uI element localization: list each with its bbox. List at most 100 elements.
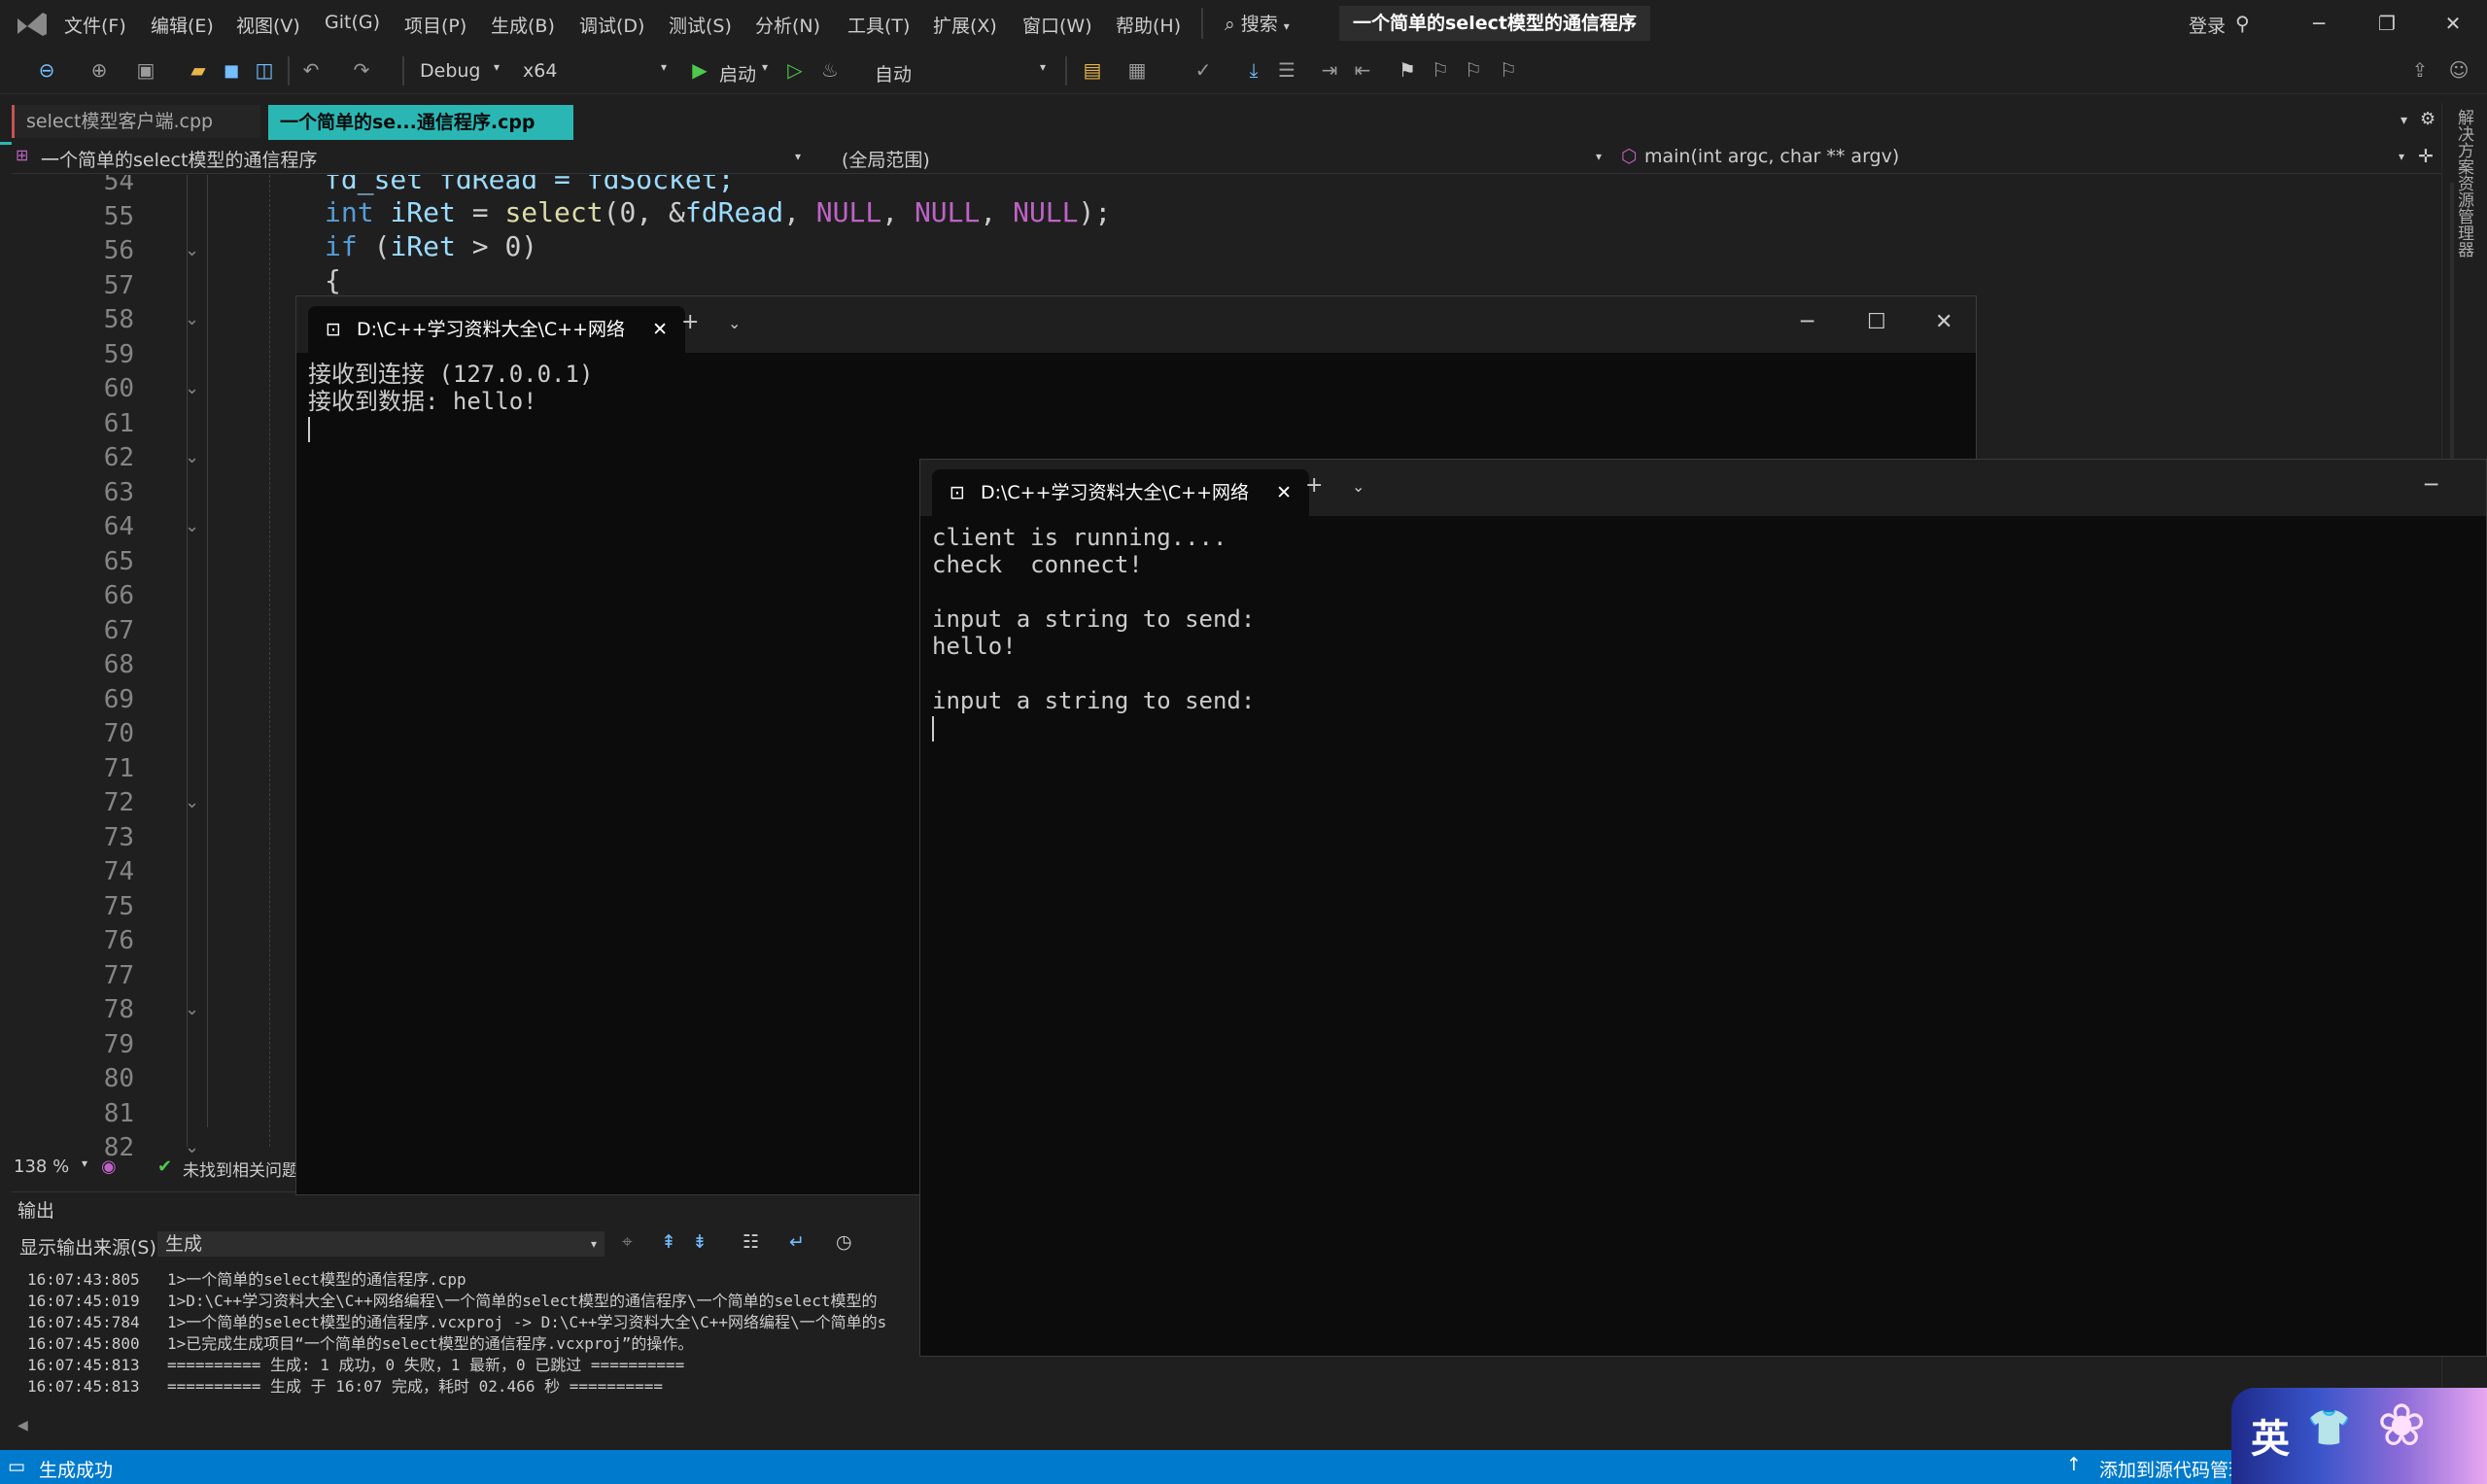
chevron-down-icon[interactable]: ▾ xyxy=(762,60,768,74)
minimize-icon[interactable]: ─ xyxy=(2299,8,2338,39)
chevron-down-icon[interactable]: ▾ xyxy=(1040,60,1046,74)
minimize-icon[interactable]: ─ xyxy=(2425,473,2437,498)
bookmark-next-icon[interactable]: ⚐ xyxy=(1460,56,1487,84)
solution-explorer-icon[interactable]: ▤ xyxy=(1079,56,1106,84)
indent-icon[interactable]: ⇥ xyxy=(1316,56,1343,84)
share-icon[interactable]: ⇪ xyxy=(2406,56,2434,84)
chevron-down-icon[interactable]: ▾ xyxy=(1596,150,1602,163)
copilot-icon[interactable]: ◉ xyxy=(101,1156,117,1177)
minimize-icon[interactable]: ─ xyxy=(1801,310,1813,334)
find-icon[interactable]: ⌖ xyxy=(622,1231,633,1253)
feedback-icon[interactable]: ☺ xyxy=(2445,56,2472,84)
issues-status[interactable]: 未找到相关问题 xyxy=(183,1156,298,1181)
play-icon[interactable]: ▶ xyxy=(686,56,713,84)
mode-dropdown[interactable]: 自动 xyxy=(875,60,912,86)
redo-icon[interactable]: ↷ xyxy=(348,56,375,84)
tab-server-cpp[interactable]: 一个简单的se...通信程序.cpp xyxy=(268,105,573,140)
server-terminal-tab[interactable]: ⊡ D:\C++学习资料大全\C++网络 ✕ xyxy=(308,306,685,353)
platform-dropdown[interactable]: x64 xyxy=(523,60,557,82)
menu-window[interactable]: 窗口(W) xyxy=(1022,12,1092,38)
close-icon[interactable]: ✕ xyxy=(1276,482,1292,503)
back-icon[interactable]: ⊖ xyxy=(33,56,60,84)
add-to-source-control[interactable]: 添加到源代码管理 xyxy=(2099,1456,2247,1482)
line-number: 63 xyxy=(103,477,134,507)
chevron-down-icon[interactable]: ▾ xyxy=(795,150,801,163)
project-dropdown[interactable]: 一个简单的select模型的通信程序 xyxy=(41,146,317,172)
account-icon[interactable]: ⚲ xyxy=(2235,12,2250,35)
next-message-icon[interactable]: ⇟ xyxy=(692,1231,708,1253)
menu-build[interactable]: 生成(B) xyxy=(491,12,555,38)
save-all-icon[interactable]: ◫ xyxy=(251,56,278,84)
zoom-level[interactable]: 138 % xyxy=(14,1156,69,1177)
start-button[interactable]: 启动 xyxy=(719,60,756,86)
menu-debug[interactable]: 调试(D) xyxy=(579,12,644,38)
plus-icon[interactable]: + xyxy=(1305,473,1323,498)
open-folder-icon[interactable]: ▰ xyxy=(185,56,212,84)
scroll-left-icon[interactable]: ◀ xyxy=(17,1418,28,1433)
close-icon[interactable]: ✕ xyxy=(2434,8,2472,39)
maximize-icon[interactable]: ☐ xyxy=(1867,310,1886,334)
server-terminal-output[interactable]: 接收到连接 (127.0.0.1) 接收到数据: hello! xyxy=(308,361,593,442)
new-project-icon[interactable]: ▣ xyxy=(132,56,159,84)
prev-message-icon[interactable]: ⇞ xyxy=(661,1231,676,1253)
solution-explorer-tab[interactable]: 解决方案资源管理器 xyxy=(2452,109,2476,258)
tab-client-cpp[interactable]: select模型客户端.cpp xyxy=(12,105,260,138)
menu-file[interactable]: 文件(F) xyxy=(64,12,126,38)
chevron-down-icon[interactable]: ⌄ xyxy=(728,314,741,332)
member-dropdown[interactable]: main(int argc, char ** argv) xyxy=(1644,146,1899,167)
chevron-down-icon[interactable]: ▾ xyxy=(82,1156,87,1170)
save-icon[interactable]: ◼ xyxy=(218,56,245,84)
bookmark-icon[interactable]: ⚑ xyxy=(1394,56,1421,84)
line-number: 67 xyxy=(103,615,134,645)
menu-project[interactable]: 项目(P) xyxy=(404,12,466,38)
menu-tools[interactable]: 工具(T) xyxy=(847,12,910,38)
spell-check-icon[interactable]: ✓ xyxy=(1190,56,1217,84)
bookmark-prev-icon[interactable]: ⚐ xyxy=(1427,56,1454,84)
menu-test[interactable]: 测试(S) xyxy=(669,12,732,38)
chevron-down-icon[interactable]: ▾ xyxy=(2401,113,2407,128)
close-icon[interactable]: ✕ xyxy=(1935,310,1952,334)
clear-all-icon[interactable]: ☷ xyxy=(743,1231,759,1253)
word-wrap-icon[interactable]: ↵ xyxy=(789,1231,805,1253)
chevron-down-icon[interactable]: ▾ xyxy=(2399,150,2404,163)
search-button[interactable]: ⌕ 搜索 ▾ xyxy=(1225,10,1290,36)
menu-analyze[interactable]: 分析(N) xyxy=(755,12,820,38)
bookmark-clear-icon[interactable]: ⚐ xyxy=(1495,56,1522,84)
plus-icon[interactable]: + xyxy=(681,310,699,334)
ime-widget[interactable]: 英 👕 ❀ xyxy=(2231,1388,2487,1484)
close-icon[interactable]: ✕ xyxy=(652,319,668,340)
chevron-down-icon[interactable]: ▾ xyxy=(494,60,500,74)
output-source-select[interactable]: 生成 ▾ xyxy=(157,1231,604,1257)
play-outline-icon[interactable]: ▷ xyxy=(781,56,809,84)
clock-icon[interactable]: ◷ xyxy=(836,1231,852,1253)
menu-extensions[interactable]: 扩展(X) xyxy=(933,12,997,38)
line-number: 62 xyxy=(103,443,134,472)
output-log[interactable]: 16:07:43:805 1>一个简单的select模型的通信程序.cpp 16:0… xyxy=(27,1266,886,1396)
restore-icon[interactable]: ❐ xyxy=(2367,8,2406,39)
menu-git[interactable]: Git(G) xyxy=(325,12,380,33)
undo-icon[interactable]: ↶ xyxy=(297,56,325,84)
line-number: 66 xyxy=(103,581,134,610)
menu-help[interactable]: 帮助(H) xyxy=(1116,12,1181,38)
chevron-down-icon[interactable]: ⌄ xyxy=(1352,477,1364,496)
client-terminal-window[interactable]: ⊡ D:\C++学习资料大全\C++网络 ✕ + ⌄ ─ client is r… xyxy=(919,459,2487,1357)
menu-edit[interactable]: 编辑(E) xyxy=(151,12,214,38)
client-terminal-output[interactable]: client is running....check connect!​inpu… xyxy=(932,524,1255,742)
split-icon[interactable]: ✛ xyxy=(2418,146,2434,167)
menu-view[interactable]: 视图(V) xyxy=(236,12,300,38)
line-number: 82 xyxy=(103,1133,134,1156)
comment-icon[interactable]: ☰ xyxy=(1273,56,1300,84)
gear-icon[interactable]: ⚙ xyxy=(2420,109,2435,129)
config-dropdown[interactable]: Debug xyxy=(420,60,480,82)
build-status[interactable]: 生成成功 xyxy=(39,1456,113,1482)
client-terminal-tab[interactable]: ⊡ D:\C++学习资料大全\C++网络 ✕ xyxy=(932,469,1309,516)
step-icon[interactable]: ⤓ xyxy=(1240,56,1267,84)
login-link[interactable]: 登录 xyxy=(2189,12,2226,38)
hot-reload-icon[interactable]: ♨ xyxy=(816,56,844,84)
chevron-down-icon[interactable]: ▾ xyxy=(661,60,667,74)
outdent-icon[interactable]: ⇤ xyxy=(1349,56,1376,84)
layout-icon[interactable]: ▦ xyxy=(1123,56,1151,84)
notification-icon[interactable]: ▭ xyxy=(8,1456,25,1477)
forward-icon[interactable]: ⊕ xyxy=(86,56,113,84)
scope-dropdown[interactable]: (全局范围) xyxy=(842,146,930,172)
